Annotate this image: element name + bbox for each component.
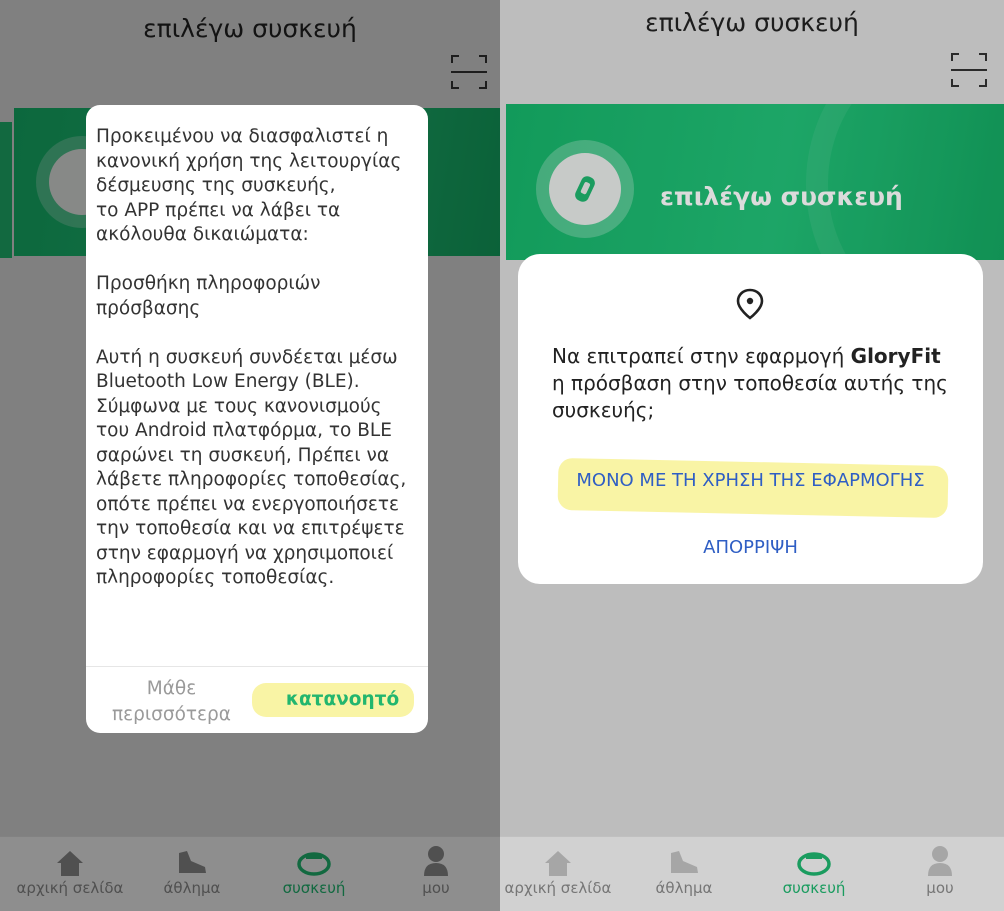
location-pin-icon bbox=[735, 288, 765, 324]
understood-button[interactable]: κατανοητό bbox=[257, 689, 428, 710]
left-screenshot: επιλέγω συσκευή αρχική σελίδα άθλημα συσ… bbox=[0, 0, 500, 911]
permission-message: Προκειμένου να διασφαλιστεί η κανονική χ… bbox=[96, 126, 407, 588]
deny-button[interactable]: ΑΠΟΡΡΙΨΗ bbox=[518, 537, 983, 558]
dialog-divider bbox=[86, 666, 428, 667]
location-permission-dialog: Να επιτραπεί στην εφαρμογή GloryFit η πρ… bbox=[518, 254, 983, 584]
app-name: GloryFit bbox=[850, 344, 941, 368]
allow-while-using-button[interactable]: ΜΟΝΟ ΜΕ ΤΗ ΧΡΗΣΗ ΤΗΣ ΕΦΑΡΜΟΓΗΣ bbox=[518, 470, 983, 491]
permission-dialog: Προκειμένου να διασφαλιστεί η κανονική χ… bbox=[86, 105, 428, 733]
location-question: Να επιτραπεί στην εφαρμογή GloryFit η πρ… bbox=[552, 344, 948, 422]
learn-more-button[interactable]: Μάθε περισσότερα bbox=[86, 676, 257, 728]
right-screenshot: επιλέγω συσκευή επιλέγω συσκευή αρχική σ… bbox=[500, 0, 1004, 911]
